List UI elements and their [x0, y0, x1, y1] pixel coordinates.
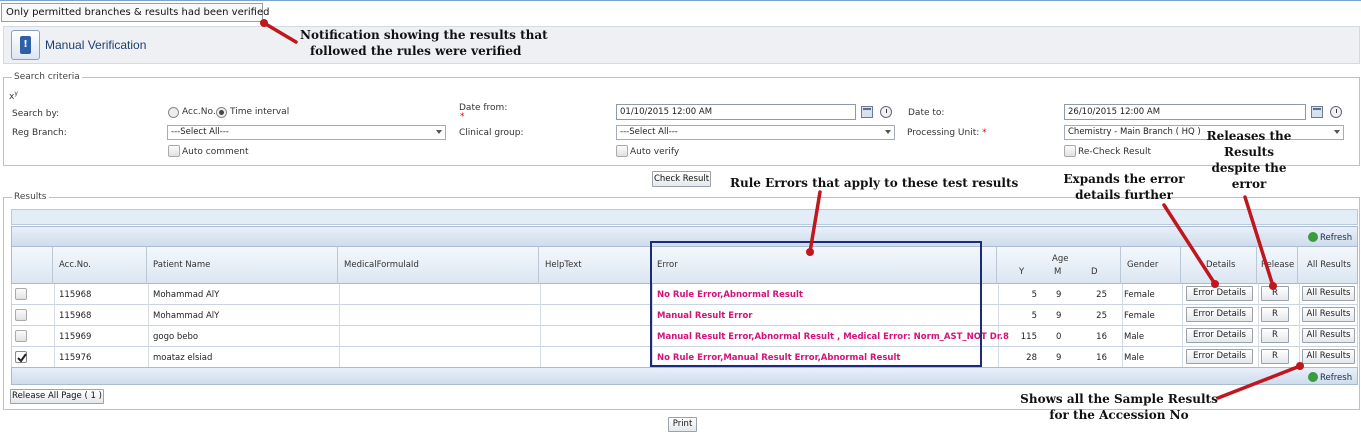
- annotation-arrow-release: [1243, 195, 1275, 288]
- annotation-rule-errors: Rule Errors that apply to these test res…: [730, 176, 1019, 190]
- annotation-arrow-expands: [1162, 203, 1217, 286]
- annotation-expands: Expands the error details further: [1063, 172, 1185, 202]
- annotation-notification: Notification showing the results that fo…: [300, 28, 548, 58]
- annotation-shows-all: Shows all the Sample Results for the Acc…: [1020, 392, 1218, 422]
- annotation-arrow-notification: [262, 21, 298, 44]
- annotation-arrows: [260, 19, 1304, 400]
- annotation-releases: Releases the Results despite the error: [1206, 129, 1292, 191]
- annotation-arrow-rule-errors: [808, 190, 822, 254]
- annotation-arrow-all-results: [1216, 364, 1302, 400]
